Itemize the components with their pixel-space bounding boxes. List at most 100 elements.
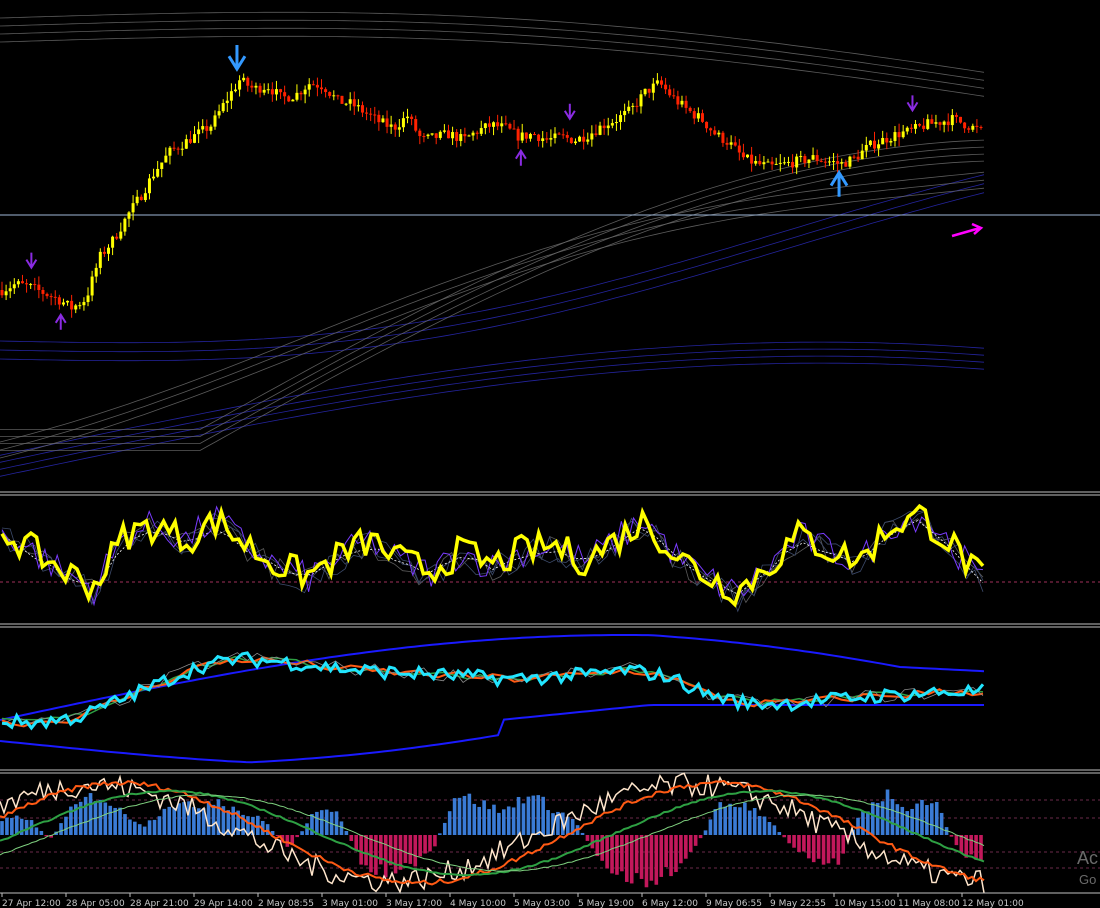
candle-body — [918, 124, 922, 126]
candle-body — [868, 140, 872, 145]
histogram-bar — [211, 804, 216, 835]
histogram-bar — [782, 835, 787, 838]
histogram-bar — [831, 835, 836, 859]
candle-body — [762, 162, 766, 165]
candle-body — [373, 114, 377, 116]
histogram-bar — [462, 795, 467, 835]
histogram-bar — [24, 819, 29, 835]
histogram-bar — [777, 832, 782, 835]
x-axis-tick-label: 5 May 19:00 — [578, 899, 634, 908]
histogram-bar — [718, 802, 723, 835]
histogram-bar — [713, 809, 718, 835]
histogram-bar — [703, 830, 708, 835]
candle-body — [98, 251, 102, 268]
candle-body — [184, 139, 188, 149]
candle-body — [0, 290, 4, 296]
histogram-bar — [157, 816, 162, 835]
histogram-bar — [939, 812, 944, 835]
candle-body — [123, 218, 127, 232]
candle-body — [676, 96, 680, 105]
histogram-bar — [319, 810, 324, 835]
candle-body — [786, 161, 790, 163]
candle-body — [815, 155, 819, 161]
candle-body — [446, 130, 450, 139]
histogram-bar — [172, 807, 176, 835]
histogram-bar — [256, 815, 260, 835]
candle-body — [557, 133, 561, 135]
candle-body — [926, 119, 930, 129]
oscillator-2-main-line — [1, 651, 985, 731]
histogram-green-line — [0, 789, 985, 877]
histogram-bar — [349, 835, 354, 842]
histogram-bar — [10, 817, 14, 835]
candle-body — [631, 105, 635, 107]
candle-body — [569, 137, 573, 144]
candle-body — [881, 137, 885, 145]
oscillator-2-orange-line — [1, 656, 984, 728]
histogram-bar — [969, 835, 973, 855]
candle-body — [25, 283, 29, 285]
candle-body — [610, 123, 614, 126]
candle-body — [12, 284, 16, 289]
histogram-bar — [59, 823, 63, 835]
candle-body — [221, 103, 225, 112]
candle-body — [692, 111, 696, 119]
candle-body — [160, 162, 164, 169]
candle-body — [324, 89, 328, 93]
candle-body — [225, 100, 229, 104]
candle-body — [348, 99, 352, 104]
histogram-bar — [925, 805, 929, 835]
histogram-bar — [836, 835, 841, 865]
histogram-bar — [679, 835, 683, 864]
histogram-bar — [339, 821, 344, 835]
candle-body — [946, 121, 950, 126]
histogram-bar — [747, 810, 752, 835]
histogram-bar — [487, 809, 491, 835]
histogram-bar — [762, 816, 767, 835]
histogram-bar — [861, 811, 865, 835]
histogram-bar — [949, 835, 954, 837]
candle-body — [778, 162, 782, 164]
candle-body — [487, 123, 491, 127]
candle-body — [299, 92, 303, 95]
candle-body — [705, 121, 709, 129]
histogram-bar — [315, 811, 319, 835]
candle-body — [700, 113, 704, 122]
candle-body — [213, 115, 217, 127]
histogram-bar — [128, 819, 132, 835]
candle-body — [520, 132, 524, 141]
candle-body — [684, 100, 688, 108]
x-axis-tick-label: 29 Apr 14:00 — [194, 899, 253, 908]
candle-body — [668, 89, 672, 96]
candle-body — [967, 128, 971, 130]
envelope-bands — [0, 11, 985, 477]
candle-body — [410, 116, 414, 120]
histogram-bar — [64, 816, 68, 835]
candle-body — [360, 105, 364, 113]
histogram-bar — [354, 835, 359, 851]
upper-envelope-line — [0, 11, 985, 73]
candle-body — [315, 84, 319, 88]
candle-body — [664, 84, 668, 90]
candle-body — [336, 95, 340, 97]
candle-body — [471, 132, 475, 136]
histogram-bar — [177, 803, 181, 835]
candle-body — [791, 161, 795, 168]
candle-body — [254, 85, 258, 88]
candle-body — [647, 88, 651, 93]
candle-body — [217, 111, 221, 116]
histogram-bar — [5, 817, 9, 835]
candle-body — [938, 122, 942, 125]
candle-body — [942, 121, 946, 125]
candle-body — [37, 284, 41, 291]
histogram-bar — [536, 795, 541, 835]
trading-chart[interactable]: 27 Apr 12:00 28 Apr 05:00 28 Apr 21:00 29 A… — [0, 0, 1100, 908]
candle-body — [500, 123, 504, 127]
x-axis-tick-label: 9 May 06:55 — [706, 899, 762, 908]
x-axis-tick-label: 11 May 08:00 — [898, 899, 960, 908]
histogram-bar — [531, 795, 536, 835]
histogram-bar — [497, 812, 501, 835]
candle-body — [205, 126, 209, 131]
histogram-bar — [688, 835, 693, 852]
candle-body — [139, 196, 143, 201]
